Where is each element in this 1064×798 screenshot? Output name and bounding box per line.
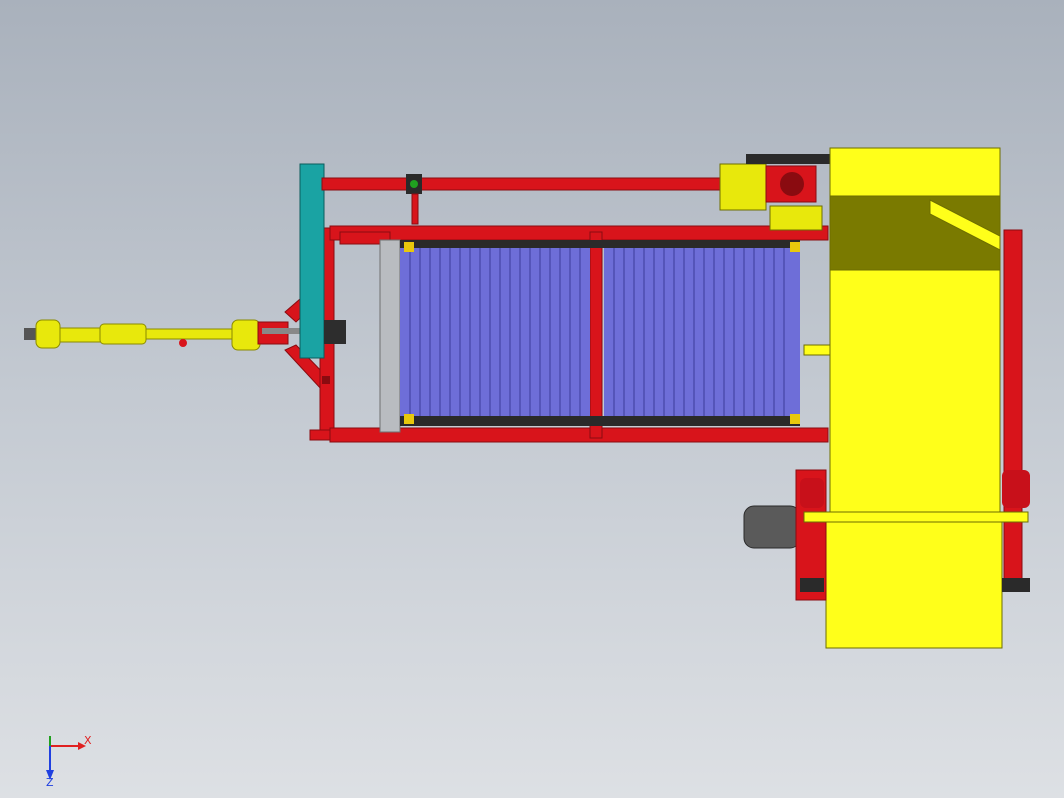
chain-tensioner	[404, 242, 414, 252]
chain-tensioner	[404, 414, 414, 424]
conveyor-chain-bottom	[400, 416, 800, 426]
conveyor-belt-front[interactable]	[400, 248, 590, 416]
top-drive-shaft[interactable]	[321, 174, 723, 225]
pto-yoke-left	[35, 319, 61, 349]
wheel-assembly-right[interactable]	[1002, 229, 1030, 592]
hopper-chute	[825, 519, 1003, 649]
side-shield	[379, 239, 401, 433]
pto-yoke-right	[231, 319, 261, 351]
cad-viewport[interactable]: X Z	[0, 0, 1064, 798]
cross-beam	[803, 511, 1029, 523]
coordinate-triad: X Z	[46, 734, 92, 789]
shaft-bearing	[410, 180, 418, 188]
drive-gearbox[interactable]	[719, 154, 830, 231]
model-canvas: X Z	[24, 147, 1030, 789]
pto-guard	[99, 323, 147, 345]
z-axis-label: Z	[46, 776, 54, 789]
chain-tensioner	[790, 414, 800, 424]
hydraulic-cylinder	[1002, 470, 1030, 508]
wheel-assembly-left[interactable]	[743, 469, 827, 601]
conveyor-chain-top	[400, 240, 800, 248]
tire	[743, 505, 801, 549]
bearing-housing	[324, 320, 346, 344]
hopper-lip	[803, 344, 831, 356]
hopper-top	[829, 147, 1001, 197]
teal-mounting-plate[interactable]	[299, 163, 325, 359]
hopper-body	[829, 269, 1001, 521]
pto-chain-anchor	[179, 339, 187, 347]
x-axis-label: X	[84, 734, 92, 747]
chain-tensioner	[790, 242, 800, 252]
hydraulic-cylinder	[800, 478, 824, 508]
conveyor-belt-rear[interactable]	[604, 248, 800, 416]
pto-tube-inner	[145, 328, 237, 340]
hopper[interactable]	[803, 147, 1003, 649]
drive-track	[746, 154, 830, 164]
